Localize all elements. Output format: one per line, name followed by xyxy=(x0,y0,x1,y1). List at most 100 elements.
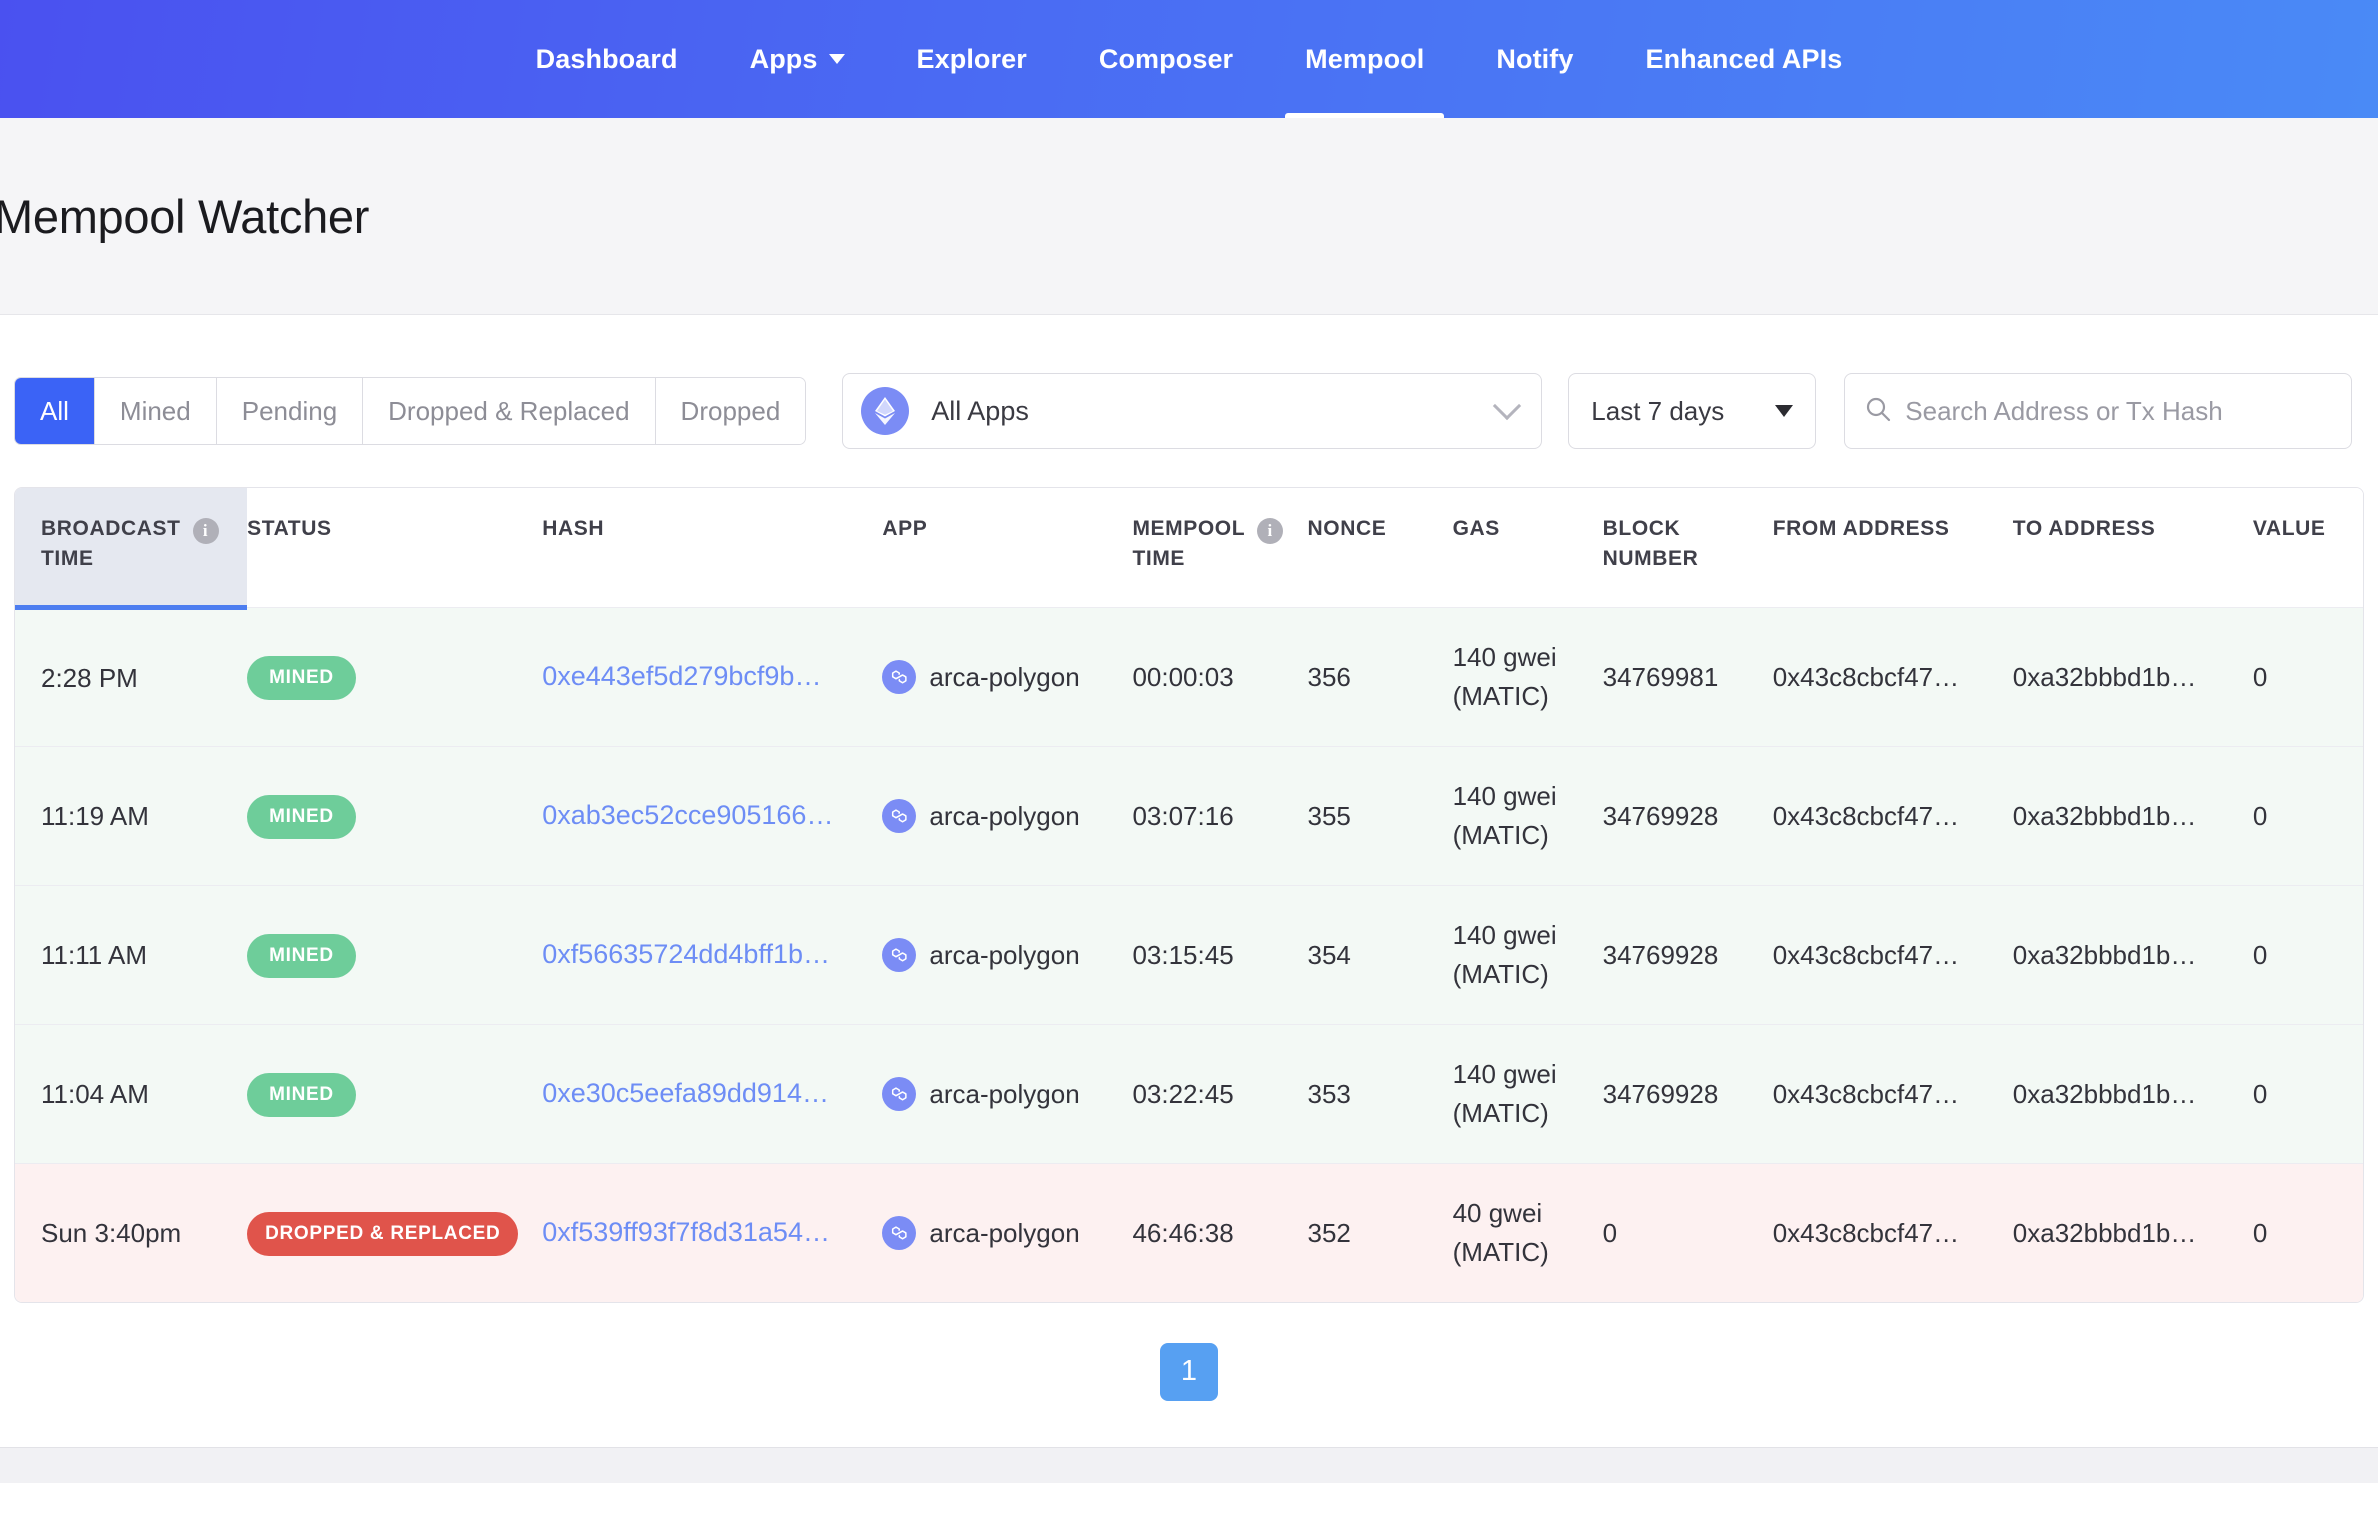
app-filter-value: All Apps xyxy=(931,395,1029,426)
chevron-down-icon xyxy=(828,54,845,64)
cell-to-address: 0xa32bbbd1b… xyxy=(2012,1217,2197,1248)
column-header-line: BLOCK xyxy=(1602,517,1681,540)
cell-to-address: 0xa32bbbd1b… xyxy=(2012,746,2253,886)
column-header-line: APP xyxy=(882,517,928,540)
status-badge: MINED xyxy=(247,1072,356,1117)
cell-from-address: 0x43c8cbcf47… xyxy=(1772,607,2013,747)
date-range-dropdown[interactable]: Last 7 days xyxy=(1568,373,1817,449)
date-range-value: Last 7 days xyxy=(1591,395,1725,426)
transaction-hash-link[interactable]: 0xe30c5eefa89dd914… xyxy=(542,1078,829,1108)
cell-status: MINED xyxy=(247,885,543,1025)
column-header-label: APP xyxy=(882,514,927,544)
column-header-line: STATUS xyxy=(247,517,332,540)
column-header-line: NONCE xyxy=(1307,517,1387,540)
nav-item-dashboard[interactable]: Dashboard xyxy=(500,0,714,118)
nav-item-enhanced-apis[interactable]: Enhanced APIs xyxy=(1609,0,1878,118)
polygon-icon xyxy=(882,659,917,694)
transactions-table-container: BROADCAST TIME i STATUS HASH APP MEMPOOL TIME i N… xyxy=(14,487,2364,1303)
nav-item-notify[interactable]: Notify xyxy=(1460,0,1609,118)
cell-app: arca-polygon xyxy=(882,1024,1133,1164)
ethereum-icon xyxy=(861,387,910,435)
column-header-block-number[interactable]: BLOCK NUMBER xyxy=(1602,488,1773,608)
transaction-hash-link[interactable]: 0xab3ec52cce905166… xyxy=(542,800,833,830)
table-row[interactable]: 11:19 AM MINED 0xab3ec52cce905166… arca-pol… xyxy=(15,746,2363,886)
nav-item-label: Explorer xyxy=(916,43,1027,74)
nav-item-apps[interactable]: Apps xyxy=(714,0,881,118)
status-filter-dropped-replaced[interactable]: Dropped & Replaced xyxy=(363,378,656,444)
chevron-down-icon xyxy=(1493,391,1522,421)
column-header-status[interactable]: STATUS xyxy=(247,488,543,608)
info-icon[interactable]: i xyxy=(192,518,219,544)
cell-block-number: 34769928 xyxy=(1602,1024,1773,1164)
app-cell: arca-polygon xyxy=(882,796,1132,836)
cell-hash: 0xf539ff93f7f8d31a54… xyxy=(542,1163,882,1302)
cell-block-number: 0 xyxy=(1602,1217,1618,1248)
nav-item-label: Notify xyxy=(1496,43,1574,74)
cell-nonce: 353 xyxy=(1307,1024,1453,1164)
nav-item-explorer[interactable]: Explorer xyxy=(881,0,1063,118)
status-badge: MINED xyxy=(247,655,356,700)
table-row[interactable]: Sun 3:40pm DROPPED & REPLACED 0xf539ff93f7… xyxy=(15,1163,2363,1302)
cell-status: MINED xyxy=(247,1024,543,1164)
column-header-nonce[interactable]: NONCE xyxy=(1307,488,1453,608)
column-header-label: FROM ADDRESS xyxy=(1773,514,1950,544)
table-header-row: BROADCAST TIME i STATUS HASH APP MEMPOOL TIME i N… xyxy=(15,488,2363,610)
transaction-hash-link[interactable]: 0xf539ff93f7f8d31a54… xyxy=(542,1217,830,1247)
cell-nonce: 352 xyxy=(1307,1217,1351,1248)
table-header: BROADCAST TIME i STATUS HASH APP MEMPOOL TIME i N… xyxy=(15,488,2363,610)
column-header-line: GAS xyxy=(1452,517,1500,540)
column-header-line: NUMBER xyxy=(1602,547,1699,571)
status-filter-mined[interactable]: Mined xyxy=(94,378,217,444)
app-filter-dropdown[interactable]: All Apps xyxy=(842,373,1543,449)
app-cell: arca-polygon xyxy=(882,1074,1132,1114)
table-row[interactable]: 2:28 PM MINED 0xe443ef5d279bcf9b… arca-poly… xyxy=(15,607,2363,747)
status-badge: MINED xyxy=(247,933,356,978)
cell-gas: 140 gwei (MATIC) xyxy=(1452,746,1603,886)
status-filter-dropped[interactable]: Dropped xyxy=(655,378,806,444)
page-header: Mempool Watcher xyxy=(0,118,2378,315)
app-name-label: arca-polygon xyxy=(929,800,1080,831)
cell-from-address: 0x43c8cbcf47… xyxy=(1772,885,2013,1025)
info-icon[interactable]: i xyxy=(1257,518,1284,544)
search-box[interactable] xyxy=(1844,373,2353,449)
status-filter-all[interactable]: All xyxy=(15,378,95,444)
column-header-app[interactable]: APP xyxy=(882,488,1133,608)
column-header-hash[interactable]: HASH xyxy=(542,488,883,608)
chevron-down-icon xyxy=(1775,405,1794,417)
polygon-icon xyxy=(882,1076,917,1111)
cell-to-address: 0xa32bbbd1b… xyxy=(2012,1024,2253,1164)
cell-hash: 0xe30c5eefa89dd914… xyxy=(542,1024,883,1164)
column-header-line: HASH xyxy=(542,517,605,540)
table-body: 2:28 PM MINED 0xe443ef5d279bcf9b… arca-poly… xyxy=(15,607,2363,1302)
nav-item-composer[interactable]: Composer xyxy=(1063,0,1269,118)
app-name-label: arca-polygon xyxy=(929,1217,1080,1248)
column-header-label: MEMPOOL TIME xyxy=(1132,514,1245,575)
cell-app: arca-polygon xyxy=(882,885,1133,1025)
cell-mempool-time: 03:22:45 xyxy=(1132,1024,1308,1164)
column-header-gas[interactable]: GAS xyxy=(1452,488,1603,608)
transaction-hash-link[interactable]: 0xe443ef5d279bcf9b… xyxy=(542,661,821,691)
status-filter-pending[interactable]: Pending xyxy=(216,378,364,444)
transaction-hash-link[interactable]: 0xf56635724dd4bff1b… xyxy=(542,939,830,969)
nav-item-label: Dashboard xyxy=(535,43,678,74)
cell-to-address: 0xa32bbbd1b… xyxy=(2012,885,2253,1025)
column-header-line: TO ADDRESS xyxy=(2012,517,2156,540)
column-header-broadcast-time[interactable]: BROADCAST TIME i xyxy=(15,488,248,610)
column-header-from-address[interactable]: FROM ADDRESS xyxy=(1772,488,2013,608)
cell-mempool-time: 03:15:45 xyxy=(1132,885,1308,1025)
nav-item-mempool[interactable]: Mempool xyxy=(1269,0,1460,118)
column-header-value[interactable]: VALUE xyxy=(2252,488,2363,608)
table-row[interactable]: 11:04 AM MINED 0xe30c5eefa89dd914… arca-pol… xyxy=(15,1024,2363,1164)
column-header-line: BROADCAST xyxy=(41,517,181,540)
cell-from-address: 0x43c8cbcf47… xyxy=(1772,746,2013,886)
page-button-1[interactable]: 1 xyxy=(1160,1342,1218,1401)
polygon-icon xyxy=(882,1215,917,1250)
search-icon xyxy=(1865,396,1891,427)
search-input[interactable] xyxy=(1905,395,2332,427)
top-navigation-bar: Dashboard Apps Explorer Composer Mempool Noti… xyxy=(0,0,2378,118)
cell-status: MINED xyxy=(247,607,543,747)
table-row[interactable]: 11:11 AM MINED 0xf56635724dd4bff1b… arca-po… xyxy=(15,885,2363,1025)
nav-items: Dashboard Apps Explorer Composer Mempool Noti… xyxy=(500,0,1879,118)
column-header-to-address[interactable]: TO ADDRESS xyxy=(2012,488,2253,608)
column-header-mempool-time[interactable]: MEMPOOL TIME i xyxy=(1132,488,1308,608)
